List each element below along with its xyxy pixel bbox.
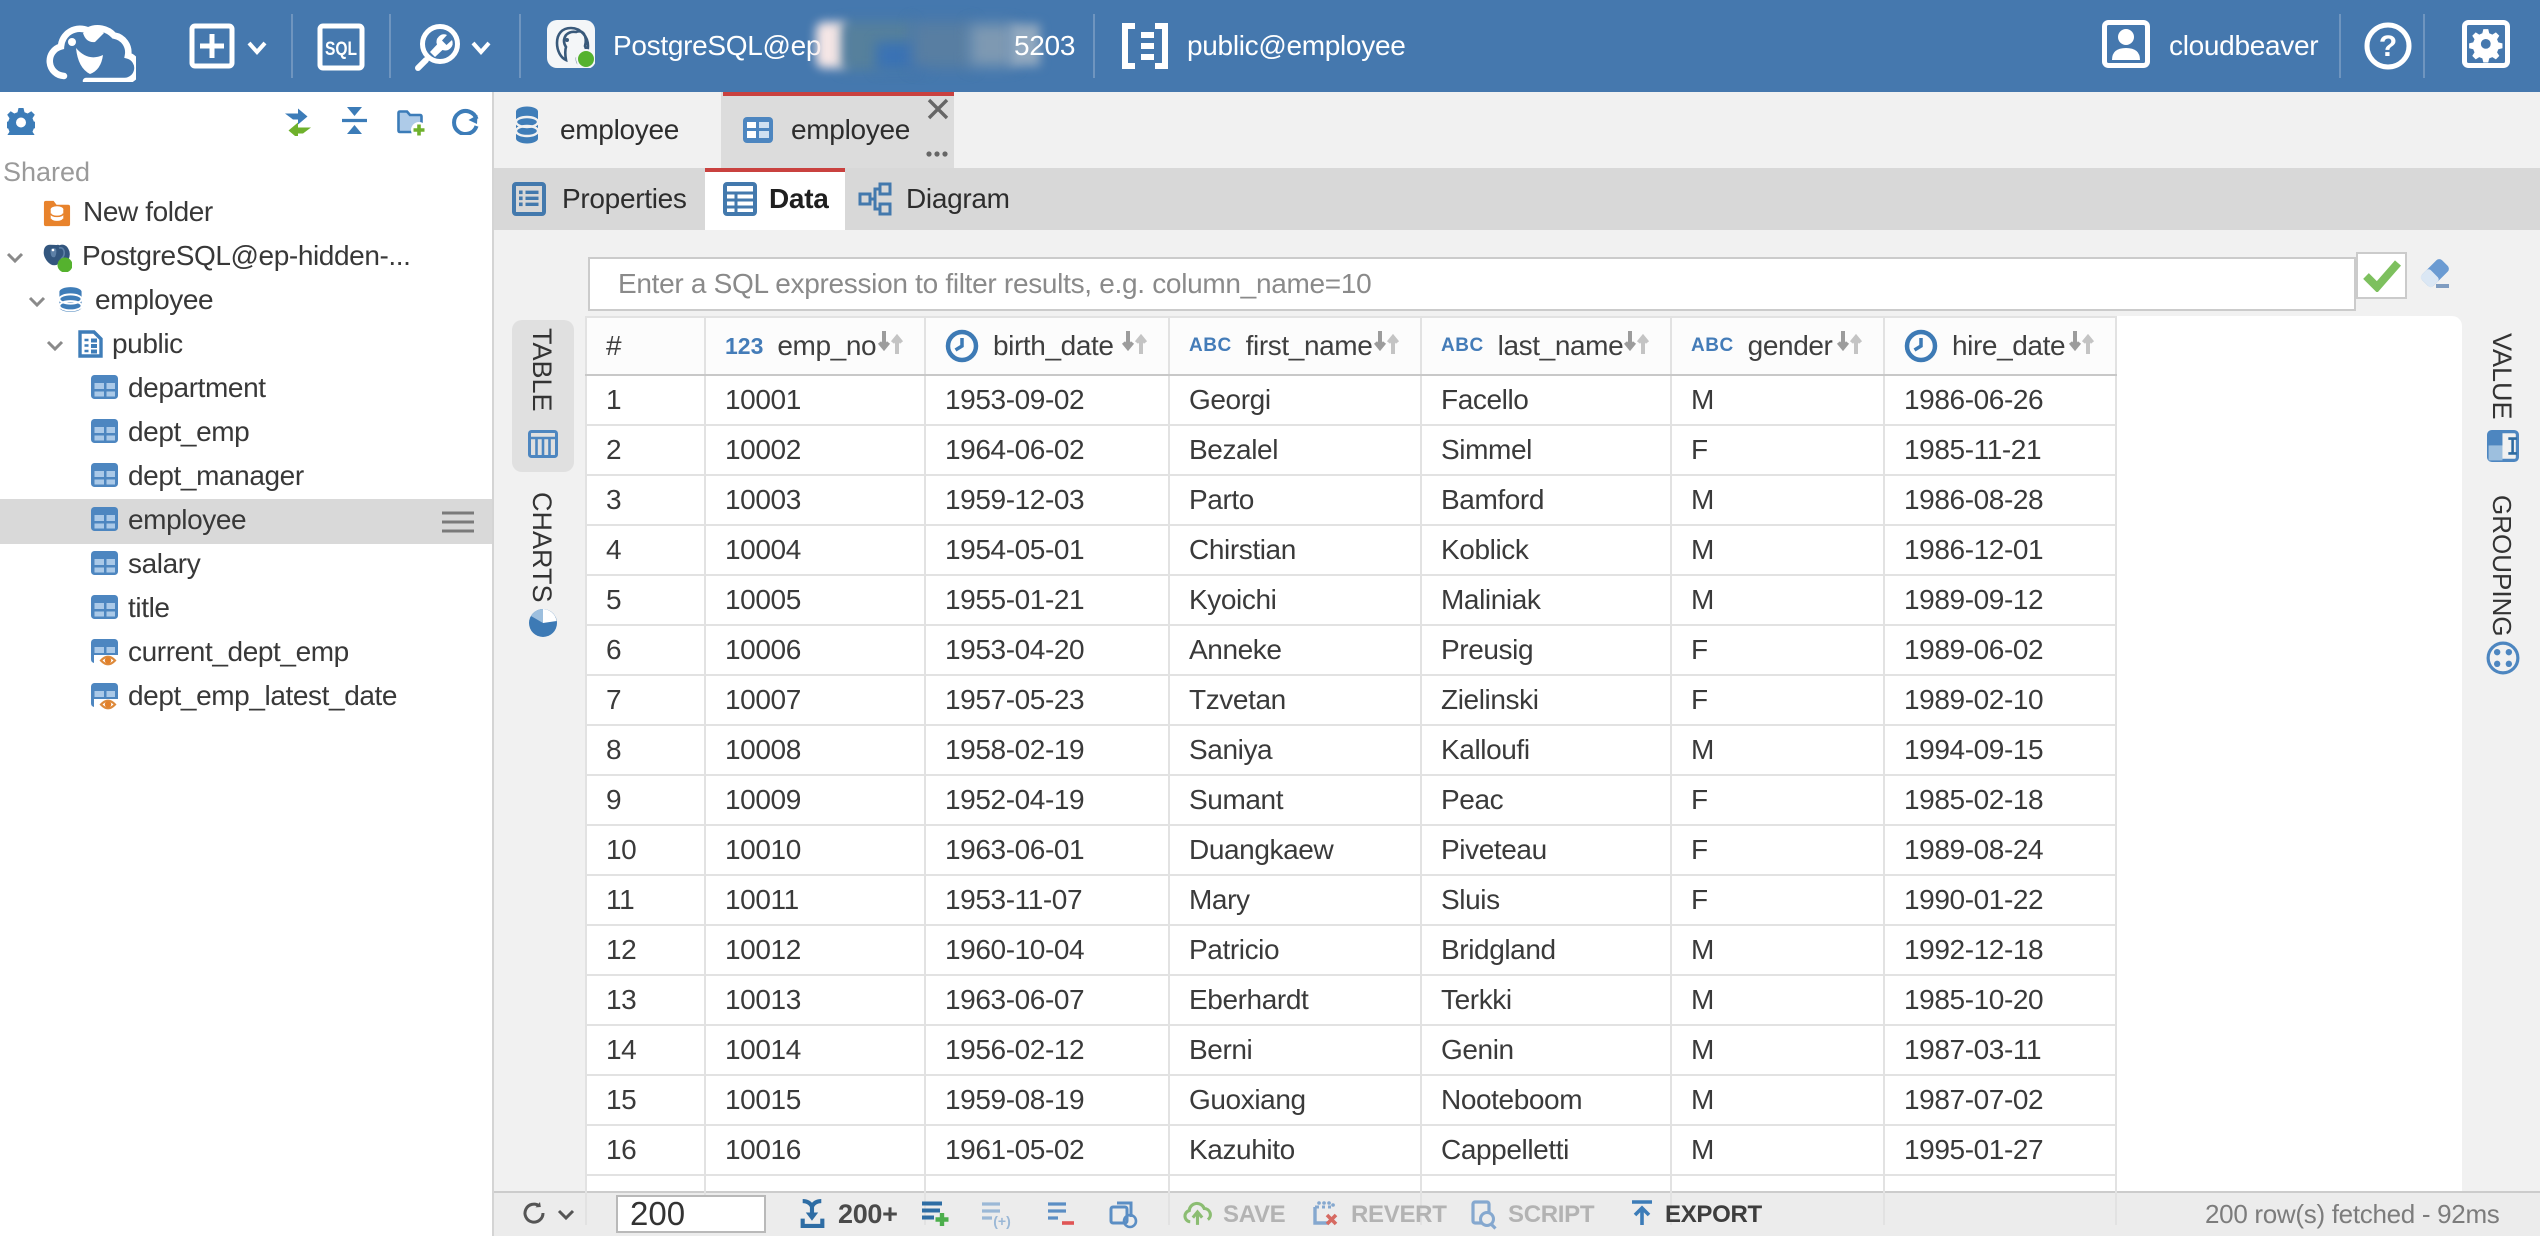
svg-text:?: ? bbox=[2379, 30, 2397, 63]
svg-text:SQL: SQL bbox=[325, 39, 357, 60]
svg-text:(+): (+) bbox=[993, 1213, 1011, 1229]
